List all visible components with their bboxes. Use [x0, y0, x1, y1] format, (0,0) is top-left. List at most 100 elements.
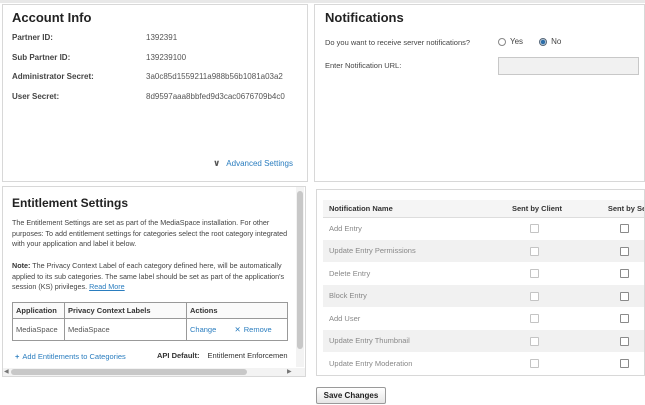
sent-by-client-checkbox[interactable] [529, 336, 539, 346]
entitlement-vertical-scrollbar[interactable] [296, 187, 304, 367]
sent-by-server-checkbox[interactable] [619, 359, 629, 368]
sent-by-client-checkbox[interactable] [529, 291, 539, 301]
admin-secret-value: 3a0c85d1559211a988b56b1081a03a2 [146, 72, 283, 81]
sent-by-server-cell [585, 262, 644, 285]
advanced-settings-label: Advanced Settings [226, 159, 293, 168]
user-secret-label: User Secret: [12, 92, 60, 101]
horizontal-scroll-thumb[interactable] [11, 369, 247, 375]
scroll-right-icon[interactable]: ▶ [287, 368, 292, 375]
notification-name: Block Entry [323, 284, 483, 307]
vertical-scroll-thumb[interactable] [297, 191, 303, 349]
col-notification-name: Notification Name [323, 200, 483, 218]
sent-by-server-cell [585, 329, 644, 352]
table-row: Add Entry [323, 217, 644, 240]
save-changes-button[interactable]: Save Changes [316, 387, 386, 404]
sub-partner-id-label: Sub Partner ID: [12, 53, 71, 62]
notification-url-label: Enter Notification URL: [325, 61, 402, 70]
notifications-title: Notifications [325, 10, 404, 25]
sent-by-client-cell [483, 217, 585, 240]
notification-name: Delete Entry [329, 268, 371, 278]
api-default-value: Entitlement Enforcemen [207, 351, 288, 360]
account-info-title: Account Info [12, 10, 92, 25]
row-actions: Change ✕ Remove [186, 318, 288, 341]
table-row: Update Entry Permissions [323, 239, 644, 262]
radio-no-label: No [551, 37, 562, 46]
sent-by-client-checkbox[interactable] [529, 314, 539, 323]
entitlement-settings-title: Entitlement Settings [12, 196, 129, 210]
sent-by-client-checkbox[interactable] [529, 269, 539, 278]
sent-by-client-cell [483, 284, 585, 307]
sent-by-client-cell [483, 239, 585, 262]
account-info-panel: Account Info Partner ID: 1392391 Sub Par… [2, 4, 308, 182]
plus-icon: + [15, 352, 20, 361]
sent-by-server-cell [585, 352, 644, 375]
notification-name: Add Entry [329, 224, 362, 233]
notifications-panel: Notifications Do you want to receive ser… [314, 4, 645, 182]
table-row: Update Entry Moderation [323, 352, 644, 375]
table-row: MediaSpace MediaSpace Change ✕ Remove [12, 318, 288, 341]
user-secret-value: 8d9597aaa8bbfed9d3cac0676709b4c0 [146, 92, 285, 101]
sent-by-server-cell [585, 217, 644, 240]
row-application: MediaSpace [12, 318, 65, 341]
entitlement-settings-panel: Entitlement Settings The Entitlement Set… [2, 186, 306, 377]
sent-by-client-checkbox[interactable] [529, 359, 539, 368]
table-row: Update Entry Thumbnail [323, 329, 644, 352]
double-chevron-down-icon: ∨​ [212, 158, 221, 168]
remove-link[interactable]: ✕ Remove [234, 325, 271, 334]
sent-by-client-cell [483, 307, 585, 330]
col-sent-by-client: Sent by Client [483, 200, 585, 218]
sent-by-server-checkbox[interactable] [619, 336, 629, 346]
table-row: Add User [323, 307, 644, 330]
sent-by-server-checkbox[interactable] [619, 246, 629, 256]
advanced-settings-link[interactable]: ∨​ Advanced Settings [213, 158, 293, 169]
partner-id-label: Partner ID: [12, 33, 53, 42]
server-notifications-question: Do you want to receive server notificati… [325, 38, 471, 47]
notification-url-input[interactable] [498, 57, 639, 75]
sent-by-server-checkbox[interactable] [619, 291, 629, 301]
api-default: API Default: Entitlement Enforcemen [157, 351, 288, 360]
col-actions: Actions [186, 302, 288, 319]
entitlement-horizontal-scrollbar[interactable]: ◀ ▶ [3, 368, 305, 376]
sent-by-client-cell [483, 352, 585, 375]
api-default-label: API Default: [157, 351, 200, 360]
remove-x-icon: ✕ [234, 325, 241, 334]
row-labels: MediaSpace [64, 318, 187, 341]
notification-name: Add User [329, 313, 361, 323]
notification-table: Notification Name Sent by Client Sent by… [323, 200, 644, 375]
notification-name: Update Entry Thumbnail [323, 329, 483, 352]
sent-by-server-checkbox[interactable] [619, 269, 629, 278]
radio-yes[interactable] [498, 37, 506, 46]
notification-table-panel: Notification Name Sent by Client Sent by… [316, 189, 645, 376]
sent-by-client-checkbox[interactable] [529, 246, 539, 256]
entitlement-table: Application Privacy Context Labels Actio… [12, 302, 288, 341]
entitlement-intro: The Entitlement Settings are set as part… [12, 218, 288, 249]
sent-by-client-cell [483, 262, 585, 285]
sent-by-server-checkbox[interactable] [619, 314, 629, 323]
note-text: The Privacy Context Label of each catego… [12, 261, 285, 292]
col-application: Application [12, 302, 65, 319]
sent-by-server-cell [585, 239, 644, 262]
sent-by-server-checkbox[interactable] [619, 224, 629, 234]
col-privacy-labels: Privacy Context Labels [64, 302, 187, 319]
change-link[interactable]: Change [190, 325, 216, 334]
sub-partner-id-value: 139239100 [146, 53, 187, 62]
table-row: Block Entry [323, 284, 644, 307]
notification-name: Update Entry Permissions [323, 239, 483, 262]
table-row: Delete Entry [323, 262, 644, 285]
sent-by-client-cell [483, 329, 585, 352]
read-more-link[interactable]: Read More [89, 282, 125, 291]
partner-id-value: 1392391 [146, 33, 178, 42]
top-strip [0, 0, 645, 3]
notifications-radio-group: Yes No [498, 37, 561, 46]
sent-by-server-cell [585, 284, 644, 307]
radio-no[interactable] [539, 37, 548, 46]
notification-name: Update Entry Moderation [329, 358, 413, 368]
remove-label: Remove [243, 325, 272, 334]
note-label: Note: [12, 261, 31, 270]
entitlement-note: Note: The Privacy Context Label of each … [12, 261, 298, 293]
admin-secret-label: Administrator Secret: [12, 72, 94, 81]
add-entitlements-link[interactable]: + Add Entitlements to Categories [15, 352, 126, 361]
sent-by-server-cell [585, 307, 644, 330]
scroll-left-icon[interactable]: ◀ [4, 368, 9, 375]
sent-by-client-checkbox[interactable] [529, 224, 539, 234]
